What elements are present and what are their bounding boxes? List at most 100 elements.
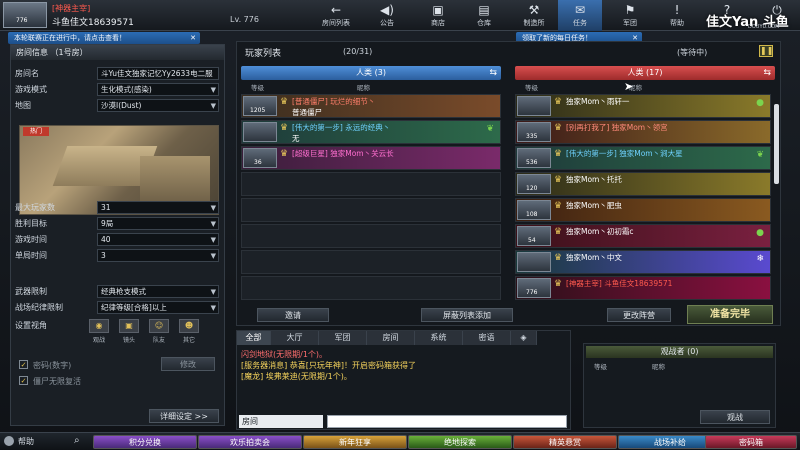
nav-task[interactable]: ✉ 任务: [558, 0, 602, 31]
player-rank-icon: 108: [517, 200, 551, 220]
toggle-icon[interactable]: [4, 436, 14, 446]
points-exchange-button[interactable]: 积分兑换: [93, 435, 197, 449]
nav-notice[interactable]: ◀) 公告: [365, 0, 409, 31]
empty-slot[interactable]: [241, 276, 501, 300]
chat-tab-room[interactable]: 房间: [367, 331, 415, 345]
pause-icon[interactable]: ❚❚: [759, 45, 773, 57]
chat-line-1: 闪剑地狱(无限期/1个)。: [241, 350, 328, 359]
team-human-left[interactable]: 人类 (3) ⇆: [241, 66, 501, 80]
nav-workshop[interactable]: ⚒ 制造所: [512, 0, 556, 31]
chat-channel-select[interactable]: 房间: [239, 415, 323, 428]
chat-input[interactable]: [327, 415, 567, 428]
spectate-view-icon[interactable]: ◉: [89, 319, 109, 333]
empty-slot[interactable]: [241, 250, 501, 274]
player-rank-icon: 776: [517, 278, 551, 298]
warehouse-icon: ▤: [478, 3, 490, 17]
modify-password-button[interactable]: 修改: [161, 357, 215, 371]
detail-settings-button[interactable]: 详细设定 >>: [149, 409, 219, 423]
new-year-button[interactable]: 新年狂享: [303, 435, 407, 449]
team-human-right[interactable]: 人类 (17) ⇆: [515, 66, 775, 80]
chat-tab-all[interactable]: 全部: [237, 331, 271, 345]
player-rank-icon: 1205: [243, 96, 277, 116]
teammate-view-icon[interactable]: ☺: [149, 319, 169, 333]
win-target-select[interactable]: 9局 ▼: [97, 217, 219, 230]
round-time-select[interactable]: 3 ▼: [97, 249, 219, 262]
player-slot-right-8[interactable]: 776 ♛ [神器主宰] 斗鱼佳文18639571: [515, 276, 771, 300]
player-avatar[interactable]: 776: [3, 2, 47, 28]
empty-slot[interactable]: [241, 172, 501, 196]
chevron-down-icon: ▼: [210, 304, 216, 312]
max-players-select[interactable]: 31 ▼: [97, 201, 219, 214]
back-arrow-icon: ←: [330, 3, 342, 17]
block-list-add-button[interactable]: 屏蔽列表添加: [421, 308, 513, 322]
chat-tab-legion[interactable]: 军团: [319, 331, 367, 345]
auction-button[interactable]: 欢乐拍卖会: [198, 435, 302, 449]
zombie-revive-checkbox[interactable]: ✓: [19, 376, 28, 385]
alert-icon: !: [674, 3, 680, 17]
player-slot-right-4[interactable]: 120 ♛ 独家Mom丶托托: [515, 172, 771, 196]
player-slot-right-6[interactable]: 54 ♛ 独家Mom丶初初霜c ●: [515, 224, 771, 248]
player-list-scrollbar[interactable]: [774, 104, 779, 184]
game-lobby-window: 776 [神器主宰] 斗鱼佳文18639571 Lv. 776 ← 房间列表 ◀)…: [0, 0, 800, 450]
player-rank-icon: 54: [517, 226, 551, 246]
player-slot-left-2[interactable]: ♛ [伟大的第一步] 永远的经典丶 无 ❦: [241, 120, 501, 144]
empty-slot[interactable]: [241, 224, 501, 248]
spectate-button[interactable]: 观战: [700, 410, 770, 424]
bounty-button[interactable]: 精英悬赏: [513, 435, 617, 449]
game-time-select[interactable]: 40 ▼: [97, 233, 219, 246]
player-slot-right-1[interactable]: ♛ 独家Mom丶雨轩一 ●: [515, 94, 771, 118]
weapon-limit-select[interactable]: 经典枪支模式 ▼: [97, 285, 219, 298]
invite-button[interactable]: 邀请: [257, 308, 329, 322]
password-box-button[interactable]: 密码箱: [705, 435, 797, 449]
nav-legion[interactable]: ⚑ 军团: [608, 0, 652, 31]
player-slot-right-3[interactable]: 536 ♛ [伟大的第一步] 独家Mom丶涧大星 ❦: [515, 146, 771, 170]
col-nick-left: 昵称: [357, 84, 370, 92]
map-building: [140, 156, 210, 206]
map-select[interactable]: 沙漠Ⅰ(Dust) ▼: [97, 99, 219, 112]
chat-line-2: [服务器消息] 恭喜[只玩年神]！开启密码箱获得了: [241, 361, 417, 370]
swap-arrow-icon[interactable]: ⇆: [763, 66, 771, 80]
close-icon[interactable]: ✕: [190, 32, 196, 44]
col-level-right: 等级: [525, 84, 538, 92]
view-label-other: 其它: [182, 337, 195, 344]
max-players-row: 最大玩家数 31 ▼: [15, 201, 221, 215]
nav-help[interactable]: ! 帮助: [655, 0, 699, 31]
player-slot-left-1[interactable]: 1205 ♛ [普通僵尸] 玩烂的细节丶 普通僵尸: [241, 94, 501, 118]
other-view-icon[interactable]: ☻: [179, 319, 199, 333]
room-name-row: 房间名 斗Yu佳文独家记忆Yy2633电二服: [15, 67, 221, 81]
search-icon[interactable]: ⌕: [74, 435, 80, 446]
ready-button[interactable]: 准备完毕: [687, 305, 773, 324]
game-mode-select[interactable]: 生化模式(感染) ▼: [97, 83, 219, 96]
map-row: 地图 沙漠Ⅰ(Dust) ▼: [15, 99, 221, 113]
nav-room-list[interactable]: ← 房间列表: [314, 0, 358, 31]
view-label-spectate: 观战: [92, 337, 105, 344]
chevron-down-icon: ▼: [210, 102, 216, 110]
change-team-button[interactable]: 更改阵营: [607, 308, 671, 322]
chat-settings-icon[interactable]: ◈: [511, 331, 537, 345]
badge-icon: ●: [756, 98, 764, 108]
explore-button[interactable]: 绝地探索: [408, 435, 512, 449]
password-checkbox[interactable]: ✓: [19, 360, 28, 369]
empty-slot[interactable]: [241, 198, 501, 222]
player-rank-icon: 36: [243, 148, 277, 168]
player-slot-right-7[interactable]: ♛ 独家Mom丶中文 ❄: [515, 250, 771, 274]
chat-tab-whisper[interactable]: 密语: [463, 331, 511, 345]
chevron-down-icon: ▼: [210, 86, 216, 94]
league-notice[interactable]: 本轮联赛正在进行中，请点击查看！ ✕: [8, 32, 200, 44]
player-slot-right-5[interactable]: 108 ♛ 独家Mom丶肥虫: [515, 198, 771, 222]
chat-tab-system[interactable]: 系统: [415, 331, 463, 345]
shop-icon: ▣: [432, 3, 444, 17]
view-setting-label: 设置视角: [15, 321, 47, 330]
room-name-field[interactable]: 斗Yu佳文独家记忆Yy2633电二服: [97, 67, 219, 80]
nav-warehouse[interactable]: ▤ 仓库: [462, 0, 506, 31]
player-name: 斗鱼佳文18639571: [52, 18, 134, 28]
discipline-limit-select[interactable]: 纪律等级[合格]以上 ▼: [97, 301, 219, 314]
badge-icon: ●: [756, 228, 764, 238]
player-slot-right-2[interactable]: 335 ♛ [别再打我了] 独家Mom丶领宫: [515, 120, 771, 144]
chat-tab-lobby[interactable]: 大厅: [271, 331, 319, 345]
swap-arrow-icon[interactable]: ⇆: [489, 66, 497, 80]
help-link[interactable]: 帮助: [18, 436, 34, 447]
camera-view-icon[interactable]: ▣: [119, 319, 139, 333]
nav-shop[interactable]: ▣ 商店: [416, 0, 460, 31]
player-slot-left-3[interactable]: 36 ♛ [超级巨星] 独家Mom丶关云长: [241, 146, 501, 170]
